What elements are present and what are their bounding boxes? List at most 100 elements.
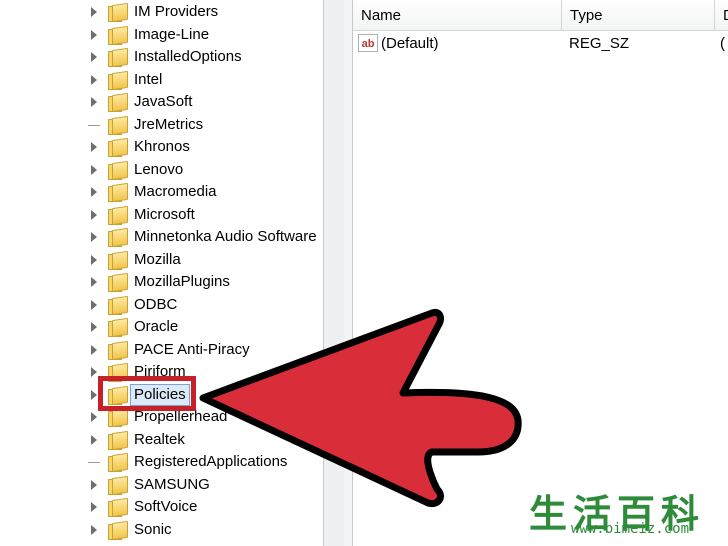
tree-item[interactable]: Macromedia xyxy=(0,181,325,203)
expand-arrow-icon[interactable] xyxy=(91,412,97,422)
watermark: 生活百科 www.bimeiz.com xyxy=(525,483,728,546)
tree-item[interactable]: PACE Anti-Piracy xyxy=(0,339,325,361)
expand-arrow-icon[interactable] xyxy=(91,344,97,355)
tree-item[interactable]: Khronos xyxy=(0,136,325,158)
expand-arrow-icon[interactable] xyxy=(91,74,97,85)
tree-item-label: PACE Anti-Piracy xyxy=(134,340,250,358)
tree-item[interactable]: InstalledOptions xyxy=(0,46,325,68)
tree-item-label: Mozilla xyxy=(134,250,181,268)
folder-icon xyxy=(108,25,128,45)
tree-item[interactable]: IM Providers xyxy=(0,1,325,23)
expand-arrow-icon[interactable] xyxy=(91,277,97,287)
folder-icon xyxy=(108,430,128,450)
expand-arrow-icon[interactable] xyxy=(91,142,97,152)
tree-item-label: JreMetrics xyxy=(134,115,204,133)
policies-highlight-box xyxy=(98,376,196,411)
folder-icon xyxy=(108,295,128,315)
tree-item-label: SAMSUNG xyxy=(134,475,210,493)
expand-arrow-icon[interactable] xyxy=(91,254,97,265)
folder-icon xyxy=(108,2,128,23)
tree-item[interactable]: JreMetrics xyxy=(0,113,325,136)
value-name: (Default) xyxy=(381,35,439,52)
column-header-type[interactable]: Type xyxy=(562,0,715,30)
tree-item-label: SoftVoice xyxy=(134,498,198,515)
expand-arrow-icon[interactable] xyxy=(91,209,97,220)
expand-arrow-icon[interactable] xyxy=(91,299,97,310)
folder-icon xyxy=(108,70,128,90)
tree-item-label: Microsoft xyxy=(134,205,195,223)
tree-item[interactable]: RegisteredApplications xyxy=(0,451,325,473)
tree-item-label: MozillaPlugins xyxy=(134,273,230,290)
tree-item-label: Lenovo xyxy=(134,160,184,178)
values-list-pane[interactable]: Name Type D ab (Default) REG_SZ ( xyxy=(353,0,728,546)
tree-item-label: ODBC xyxy=(134,295,178,313)
folder-icon xyxy=(108,115,128,135)
folder-icon xyxy=(108,520,128,540)
tree-item[interactable]: Mozilla xyxy=(0,249,325,271)
folder-icon xyxy=(108,340,128,360)
tree-item[interactable]: Minnetonka Audio Software xyxy=(0,226,325,248)
tree-item[interactable]: Microsoft xyxy=(0,204,325,226)
expand-arrow-icon[interactable] xyxy=(91,389,97,400)
expand-arrow-icon[interactable] xyxy=(91,232,97,242)
folder-icon xyxy=(108,182,128,203)
expand-arrow-icon[interactable] xyxy=(91,7,97,17)
tree-scrollbar[interactable] xyxy=(323,0,345,546)
column-header-data[interactable]: D xyxy=(715,0,728,30)
tree-item[interactable]: Realtek xyxy=(0,429,325,451)
folder-icon xyxy=(108,407,128,428)
tree-item-label: IM Providers xyxy=(134,3,219,20)
expand-arrow-icon[interactable] xyxy=(91,29,97,40)
value-data: ( xyxy=(720,35,725,52)
tree-item-label: JavaSoft xyxy=(134,93,193,110)
folder-icon xyxy=(108,92,128,113)
folder-icon xyxy=(108,227,128,248)
tree-item[interactable]: MozillaPlugins xyxy=(0,271,325,293)
expand-arrow-icon[interactable] xyxy=(91,502,97,512)
folder-icon xyxy=(108,475,128,495)
tree-item[interactable]: SAMSUNG xyxy=(0,474,325,496)
tree-item-label: Intel xyxy=(134,70,163,88)
tree-item[interactable]: ODBC xyxy=(0,294,325,316)
tree-item-label: Minnetonka Audio Software xyxy=(134,228,317,245)
folder-icon xyxy=(108,497,128,518)
expand-arrow-icon[interactable] xyxy=(91,367,97,377)
value-type: REG_SZ xyxy=(569,35,630,52)
tree-item-label: Sonic xyxy=(134,520,172,538)
tree-item-label: Image-Line xyxy=(134,25,210,43)
tree-item-label: Macromedia xyxy=(134,183,217,200)
folder-icon xyxy=(108,205,128,225)
column-header-name[interactable]: Name xyxy=(353,0,562,30)
folder-icon xyxy=(108,250,128,270)
expand-arrow-icon[interactable] xyxy=(91,524,97,535)
expand-arrow-icon[interactable] xyxy=(91,97,97,107)
folder-icon xyxy=(108,317,128,338)
tree-item-label: RegisteredApplications xyxy=(134,453,288,470)
folder-icon xyxy=(108,452,128,473)
expand-arrow-icon[interactable] xyxy=(91,434,97,445)
list-header: Name Type D xyxy=(353,0,728,31)
expand-arrow-icon[interactable] xyxy=(91,164,97,175)
folder-icon xyxy=(108,160,128,180)
tree-item[interactable]: Sonic xyxy=(0,519,325,541)
tree-item[interactable]: Image-Line xyxy=(0,24,325,46)
watermark-url: www.bimeiz.com xyxy=(571,521,690,537)
string-value-icon: ab xyxy=(358,34,378,52)
tree-item[interactable]: SoftVoice xyxy=(0,496,325,518)
tree-connector-line xyxy=(88,113,100,136)
expand-arrow-icon[interactable] xyxy=(91,52,97,62)
expand-arrow-icon[interactable] xyxy=(91,187,97,197)
expand-arrow-icon[interactable] xyxy=(91,479,97,490)
tree-item[interactable]: Lenovo xyxy=(0,159,325,181)
registry-tree-pane[interactable]: IM Providers Image-Line InstalledOptions In… xyxy=(0,0,325,546)
value-row-default[interactable]: ab (Default) REG_SZ ( xyxy=(353,33,728,55)
tree-item[interactable]: Intel xyxy=(0,69,325,91)
tree-item[interactable]: JavaSoft xyxy=(0,91,325,113)
pane-splitter[interactable] xyxy=(344,0,353,546)
tree-item-label: Oracle xyxy=(134,318,179,335)
registry-editor-window: IM Providers Image-Line InstalledOptions In… xyxy=(0,0,728,546)
folder-icon xyxy=(108,137,128,158)
tree-item[interactable]: Oracle xyxy=(0,316,325,338)
expand-arrow-icon[interactable] xyxy=(91,322,97,332)
tree-item-label: Realtek xyxy=(134,430,185,448)
